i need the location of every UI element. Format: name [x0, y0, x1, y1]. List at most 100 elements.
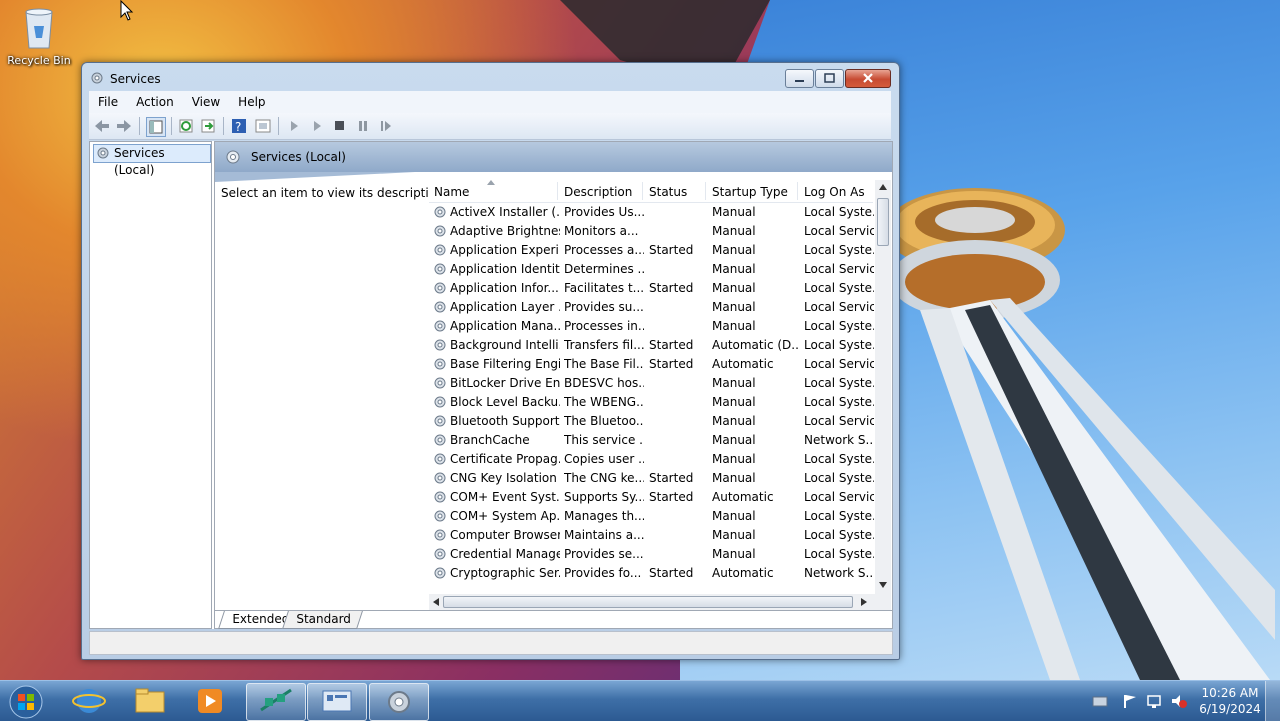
menu-view[interactable]: View: [183, 95, 229, 109]
table-row[interactable]: Background Intelli... Transfers fil... Sta…: [429, 336, 874, 355]
tab-standard[interactable]: Standard: [282, 611, 363, 629]
service-gear-icon: [434, 263, 446, 275]
column-header-name[interactable]: Name: [434, 185, 469, 199]
show-desktop-button[interactable]: [1265, 681, 1280, 721]
taskbar-control-panel[interactable]: [307, 683, 367, 721]
mouse-cursor-icon: [120, 0, 134, 21]
sort-ascending-icon: [487, 180, 495, 185]
table-row[interactable]: BranchCache This service ... Manual Network…: [429, 431, 874, 450]
table-row[interactable]: CNG Key Isolation The CNG ke... Started Man…: [429, 469, 874, 488]
table-row[interactable]: Application Infor... Facilitates t... Star…: [429, 279, 874, 298]
properties-icon[interactable]: [254, 117, 272, 135]
scroll-up-icon[interactable]: [879, 184, 887, 190]
service-gear-icon: [434, 453, 446, 465]
forward-arrow-icon[interactable]: [115, 117, 133, 135]
horizontal-scroll-thumb[interactable]: [443, 596, 853, 608]
table-row[interactable]: ActiveX Installer (... Provides Us... Manu…: [429, 203, 874, 222]
refresh-icon[interactable]: [177, 117, 195, 135]
menu-action[interactable]: Action: [127, 95, 183, 109]
start-button-icon[interactable]: [6, 683, 46, 721]
taskbar-media-player[interactable]: [181, 683, 239, 719]
service-description: BDESVC hos...: [564, 376, 644, 390]
service-log-on-as: Local Syste...: [804, 528, 874, 542]
service-log-on-as: Local Service: [804, 490, 874, 504]
taskbar-network-app[interactable]: [246, 683, 306, 721]
service-description: The CNG ke...: [564, 471, 644, 485]
service-name: Certificate Propag...: [450, 452, 560, 466]
table-row[interactable]: Cryptographic Ser... Provides fo... Starte…: [429, 564, 874, 583]
folder-icon: [135, 688, 165, 713]
start-service-icon[interactable]: [285, 117, 303, 135]
table-row[interactable]: COM+ System Ap... Manages th... Manual Loca…: [429, 507, 874, 526]
clock-time: 10:26 AM: [1201, 686, 1259, 700]
menu-file[interactable]: File: [89, 95, 127, 109]
help-icon[interactable]: ?: [230, 117, 248, 135]
taskbar-file-explorer[interactable]: [121, 683, 179, 719]
table-row[interactable]: Application Layer ... Provides su... Manua…: [429, 298, 874, 317]
table-row[interactable]: Credential Manager Provides se... Manual Lo…: [429, 545, 874, 564]
service-status: Started: [649, 243, 694, 257]
service-name: Application Layer ...: [450, 300, 560, 314]
service-status: Started: [649, 338, 694, 352]
service-name: Application Infor...: [450, 281, 559, 295]
table-row[interactable]: COM+ Event Syst... Supports Sy... Started A…: [429, 488, 874, 507]
vertical-scrollbar[interactable]: [875, 180, 891, 594]
recycle-bin-shortcut[interactable]: Recycle Bin: [6, 6, 72, 67]
table-row[interactable]: Block Level Backu... The WBENG... Manual Lo…: [429, 393, 874, 412]
column-header-description[interactable]: Description: [564, 185, 632, 199]
service-gear-icon: [434, 377, 446, 389]
horizontal-scrollbar[interactable]: [429, 594, 891, 610]
back-arrow-icon[interactable]: [93, 117, 111, 135]
table-row[interactable]: Base Filtering Engi... The Base Fil... Sta…: [429, 355, 874, 374]
vertical-scroll-thumb[interactable]: [877, 198, 889, 246]
tree-node-services-local[interactable]: Services (Local): [93, 144, 211, 177]
scroll-down-icon[interactable]: [879, 582, 887, 588]
system-clock[interactable]: 10:26 AM 6/19/2024: [1190, 685, 1270, 717]
close-button[interactable]: [845, 69, 891, 88]
volume-muted-icon[interactable]: [1170, 693, 1188, 709]
description-text: Select an item to view its description.: [221, 186, 448, 200]
show-hide-console-tree-icon[interactable]: [146, 117, 166, 137]
service-gear-icon: [434, 491, 446, 503]
export-list-icon[interactable]: [199, 117, 217, 135]
stop-service-icon[interactable]: [331, 117, 349, 135]
service-log-on-as: Local Syste...: [804, 547, 874, 561]
toolbar: ?: [89, 113, 891, 140]
service-startup-type: Manual: [712, 433, 756, 447]
service-description: Processes in...: [564, 319, 644, 333]
service-name: Adaptive Brightness: [450, 224, 560, 238]
service-log-on-as: Local Syste...: [804, 376, 874, 390]
taskbar-internet-explorer[interactable]: [60, 683, 118, 719]
action-center-flag-icon[interactable]: [1122, 693, 1138, 709]
pause-service-icon[interactable]: [354, 117, 372, 135]
table-row[interactable]: Bluetooth Support... The Bluetoo... Manual…: [429, 412, 874, 431]
table-row[interactable]: Adaptive Brightness Monitors a... Manual Lo…: [429, 222, 874, 241]
table-row[interactable]: BitLocker Drive En... BDESVC hos... Manual…: [429, 374, 874, 393]
table-row[interactable]: Application Mana... Processes in... Manual…: [429, 317, 874, 336]
table-row[interactable]: Certificate Propag... Copies user ... Manu…: [429, 450, 874, 469]
taskbar-services[interactable]: [369, 683, 429, 721]
restart-service-icon[interactable]: [377, 117, 395, 135]
service-startup-type: Manual: [712, 509, 756, 523]
column-header-startup-type[interactable]: Startup Type: [712, 185, 788, 199]
table-row[interactable]: Application Identity Determines ... Manual…: [429, 260, 874, 279]
recycle-bin-label: Recycle Bin: [7, 54, 71, 67]
service-log-on-as: Network S...: [804, 433, 874, 447]
maximize-button[interactable]: [815, 69, 844, 88]
network-icon[interactable]: [1146, 693, 1164, 709]
control-panel-icon: [322, 690, 352, 712]
console-tree: Services (Local): [89, 141, 212, 629]
service-gear-icon: [434, 510, 446, 522]
keyboard-icon[interactable]: [1092, 695, 1108, 707]
table-row[interactable]: Application Experi... Processes a... Start…: [429, 241, 874, 260]
menu-help[interactable]: Help: [229, 95, 274, 109]
scroll-right-icon[interactable]: [861, 598, 867, 606]
column-header-status[interactable]: Status: [649, 185, 687, 199]
tree-node-label: Services (Local): [114, 146, 165, 177]
minimize-button[interactable]: [785, 69, 814, 88]
title-bar[interactable]: Services: [82, 63, 899, 91]
table-row[interactable]: Computer Browser Maintains a... Manual Loca…: [429, 526, 874, 545]
scroll-left-icon[interactable]: [433, 598, 439, 606]
column-header-log-on-as[interactable]: Log On As: [804, 185, 865, 199]
start-service-alt-icon[interactable]: [308, 117, 326, 135]
